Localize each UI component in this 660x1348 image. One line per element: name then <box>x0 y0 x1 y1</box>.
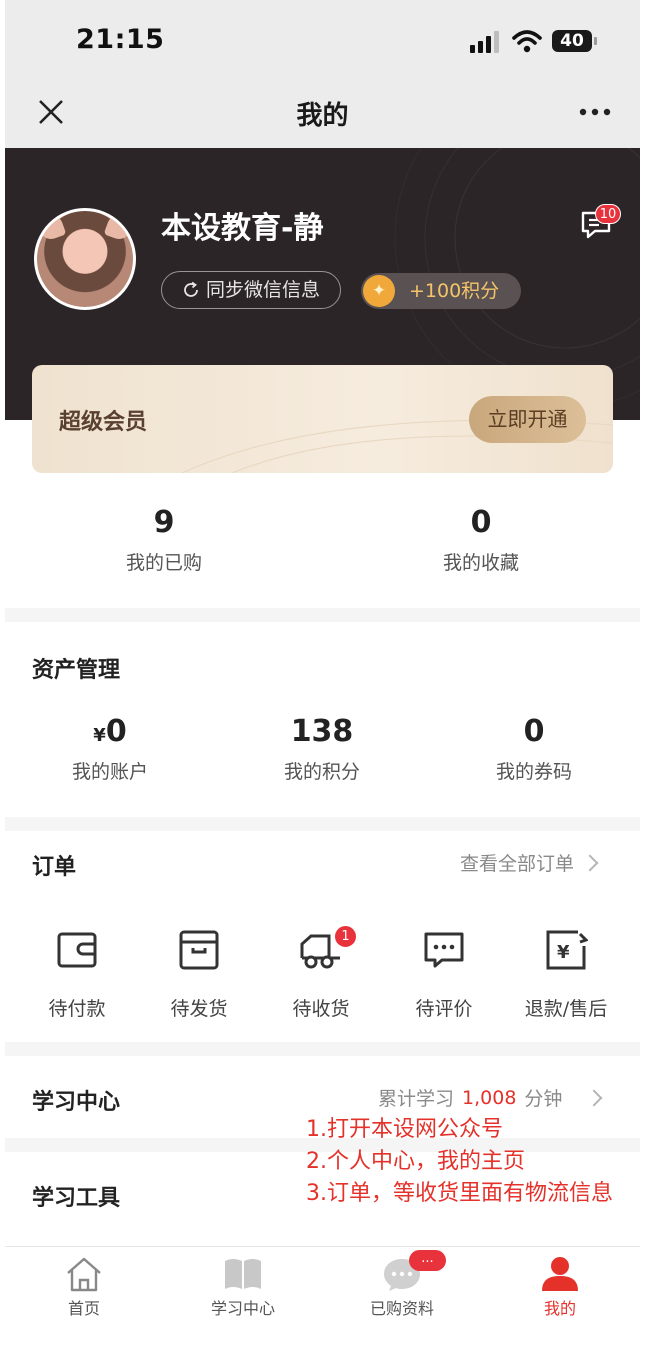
package-icon <box>179 930 219 970</box>
order-pending-shipment[interactable]: 待发货 <box>144 928 254 1021</box>
refund-icon: ¥ <box>546 930 589 970</box>
coin-icon: ✦ <box>363 275 395 307</box>
tab-learning-center[interactable]: 学习中心 <box>178 1255 308 1319</box>
annotation-line: 2.个人中心，我的主页 <box>306 1149 525 1174</box>
learning-tools-title: 学习工具 <box>32 1186 121 1211</box>
book-icon <box>225 1259 261 1289</box>
section-divider <box>5 1042 640 1056</box>
tab-label: 已购资料 <box>369 1299 434 1318</box>
asset-points[interactable]: 138 我的积分 <box>242 714 402 784</box>
sync-label: 同步微信信息 <box>205 278 320 301</box>
stat-label: 我的已购 <box>125 552 202 574</box>
tab-label: 首页 <box>67 1299 100 1318</box>
svg-text:¥: ¥ <box>557 942 570 963</box>
tab-mine[interactable]: 我的 <box>495 1255 625 1319</box>
tab-home[interactable]: 首页 <box>19 1255 149 1319</box>
sync-wechat-button[interactable]: 同步微信信息 <box>161 271 341 309</box>
order-badge: 1 <box>334 925 357 948</box>
tab-badge: ... <box>409 1250 446 1271</box>
learning-total-prefix: 累计学习 <box>378 1088 455 1110</box>
order-label: 待收货 <box>292 998 350 1020</box>
asset-value: 0 <box>523 714 545 749</box>
chevron-right-icon <box>585 1089 603 1106</box>
stat-purchased[interactable]: 9 我的已购 <box>84 505 244 575</box>
vip-title: 超级会员 <box>59 410 148 435</box>
order-label: 退款/售后 <box>524 998 608 1020</box>
annotation-text: 1.打开本设网公众号 2.个人中心，我的主页 3.订单，等收货里面有物流信息 <box>306 1114 613 1210</box>
order-label: 待付款 <box>48 998 106 1020</box>
person-icon <box>542 1257 578 1291</box>
points-label: +100积分 <box>409 280 500 302</box>
asset-value: 0 <box>105 714 127 749</box>
asset-value: 138 <box>290 714 354 749</box>
wifi-icon <box>512 30 542 53</box>
asset-label: 我的券码 <box>495 761 572 783</box>
learning-total-unit: 分钟 <box>524 1088 563 1110</box>
order-pending-review[interactable]: 待评价 <box>389 928 499 1021</box>
battery-level: 40 <box>560 31 584 51</box>
assets-title: 资产管理 <box>32 658 121 683</box>
asset-coupons[interactable]: 0 我的券码 <box>454 714 614 784</box>
username: 本设教育-静 <box>161 211 324 246</box>
currency-symbol: ¥ <box>93 725 106 746</box>
home-icon <box>67 1257 101 1292</box>
signal-icon <box>470 31 499 53</box>
order-pending-receipt[interactable]: 待收货 <box>266 928 376 1021</box>
more-icon[interactable] <box>579 108 611 116</box>
stat-value: 9 <box>153 505 175 540</box>
learning-center-title: 学习中心 <box>32 1090 121 1115</box>
section-divider <box>5 817 640 831</box>
page-title: 我的 <box>296 101 349 131</box>
avatar[interactable] <box>34 208 136 310</box>
message-badge: 10 <box>595 204 621 224</box>
tab-label: 学习中心 <box>210 1299 275 1318</box>
stat-label: 我的收藏 <box>442 552 519 574</box>
order-label: 待评价 <box>415 998 473 1020</box>
orders-title: 订单 <box>32 855 77 880</box>
section-divider <box>5 608 640 622</box>
comment-icon <box>424 932 464 968</box>
order-pending-payment[interactable]: 待付款 <box>22 928 132 1021</box>
stat-value: 0 <box>470 505 492 540</box>
view-all-orders-label: 查看全部订单 <box>460 853 575 875</box>
annotation-line: 1.打开本设网公众号 <box>306 1117 503 1142</box>
learning-total-value: 1,008 <box>462 1086 517 1109</box>
stat-favorites[interactable]: 0 我的收藏 <box>401 505 561 575</box>
asset-account[interactable]: ¥0 我的账户 <box>30 714 190 784</box>
order-label: 待发货 <box>170 998 228 1020</box>
wallet-icon <box>57 932 97 968</box>
learning-total-link[interactable]: 累计学习 1,008 分钟 <box>378 1084 603 1111</box>
status-time: 21:15 <box>76 24 165 55</box>
tab-purchased-materials[interactable]: 已购资料 <box>337 1255 467 1319</box>
chevron-right-icon <box>581 854 599 871</box>
battery-icon: 40 <box>552 30 592 52</box>
points-reward-button[interactable]: ✦ +100积分 <box>361 273 521 309</box>
annotation-line: 3.订单，等收货里面有物流信息 <box>306 1181 613 1206</box>
refresh-icon <box>184 281 198 297</box>
vip-activate-button[interactable]: 立即开通 <box>469 396 586 443</box>
order-refund[interactable]: ¥ 退款/售后 <box>511 928 621 1021</box>
asset-label: 我的积分 <box>283 761 360 783</box>
tab-label: 我的 <box>543 1299 576 1318</box>
view-all-orders-link[interactable]: 查看全部订单 <box>460 849 599 876</box>
asset-label: 我的账户 <box>71 761 148 783</box>
